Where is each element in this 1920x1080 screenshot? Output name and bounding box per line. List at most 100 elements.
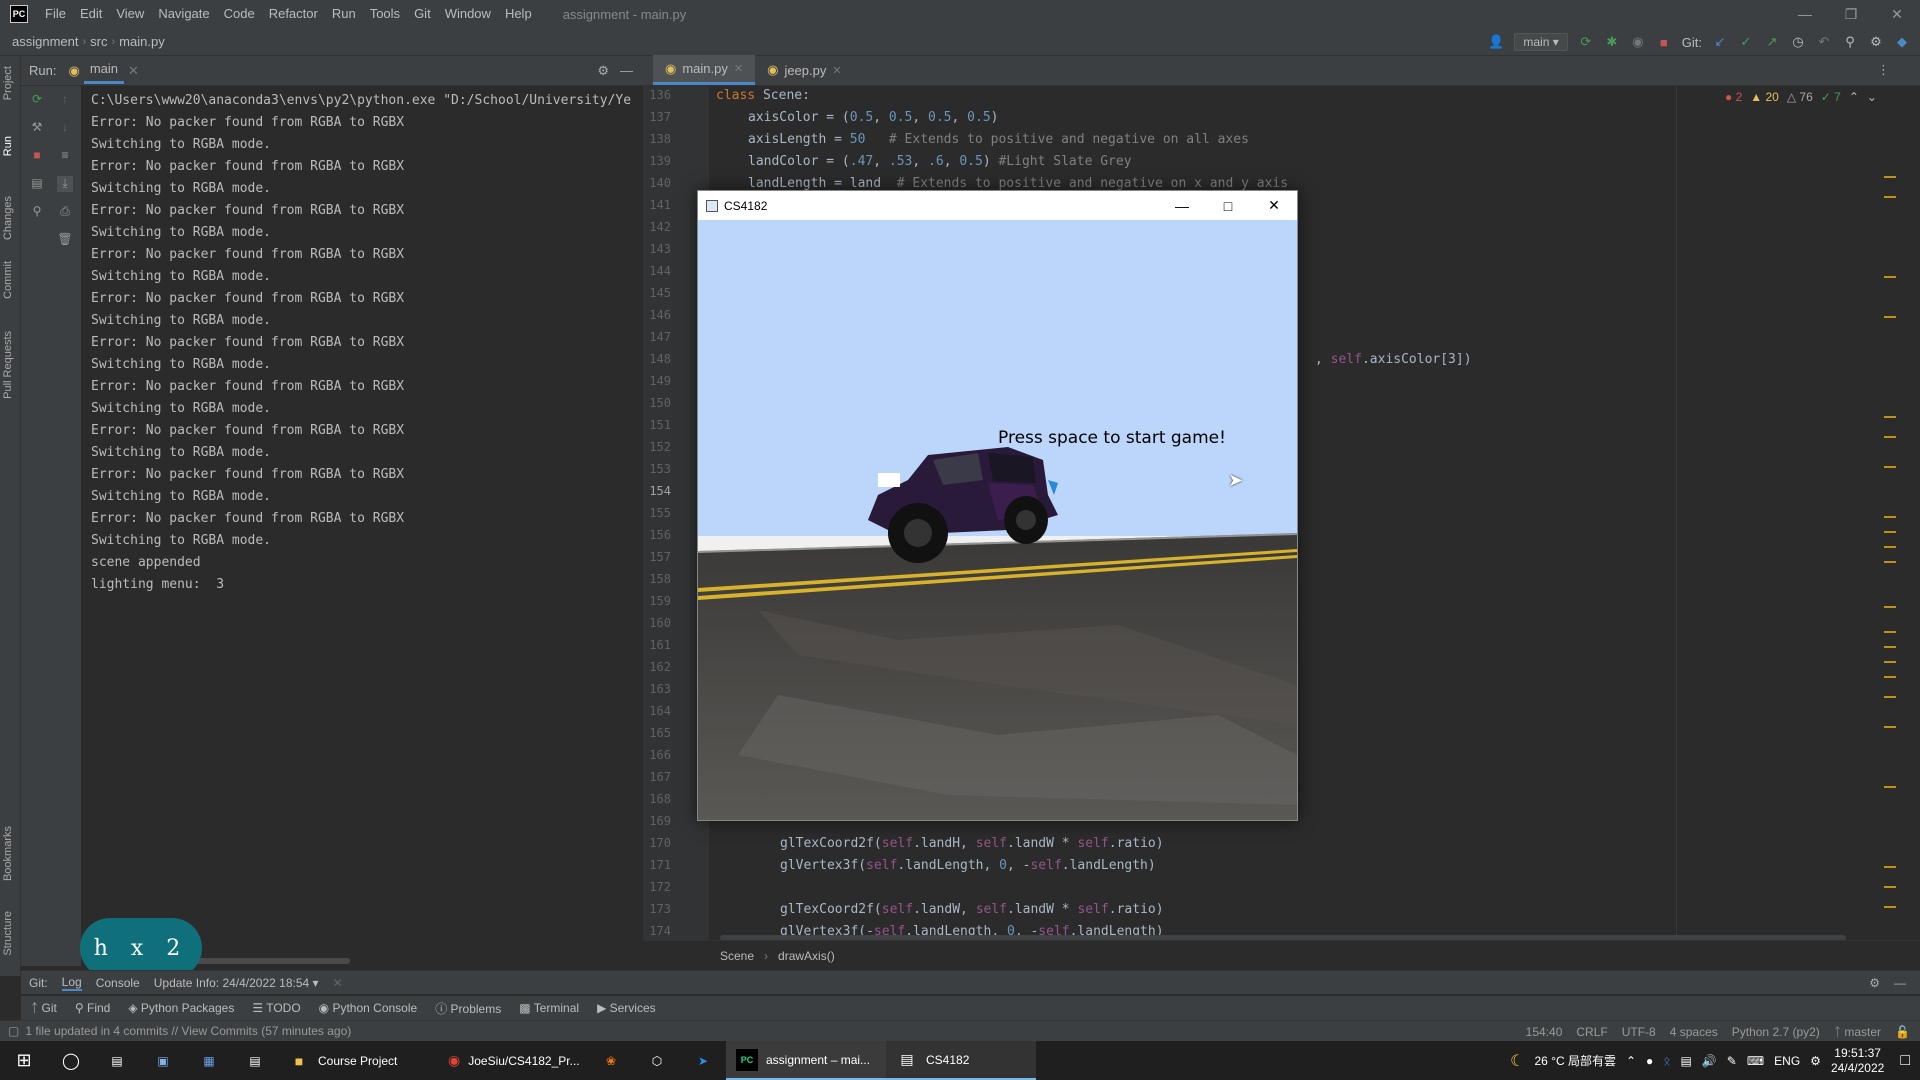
- layout-icon[interactable]: ▤: [29, 176, 45, 192]
- status-layout-icon[interactable]: ▢: [8, 1024, 19, 1038]
- wrench-icon[interactable]: ⚒: [29, 120, 45, 136]
- settings-icon[interactable]: ⚙: [1810, 1054, 1821, 1068]
- lock-icon[interactable]: 🔓: [1895, 1025, 1910, 1039]
- close-icon[interactable]: ✕: [1874, 0, 1920, 28]
- close-icon[interactable]: ✕: [1251, 191, 1297, 220]
- menu-help[interactable]: Help: [498, 0, 539, 28]
- console-scrollbar[interactable]: [190, 958, 350, 964]
- windows-start-icon[interactable]: ⊞: [0, 1041, 48, 1080]
- bluetooth-icon[interactable]: ᛟ: [1663, 1054, 1670, 1068]
- tab-main-py[interactable]: ◉ main.py ✕: [653, 55, 756, 85]
- game-canvas[interactable]: Press space to start game! ➤: [698, 220, 1297, 820]
- weather-moon-icon[interactable]: ☾: [1510, 1051, 1524, 1071]
- tool-tab-git[interactable]: ᛏ Git: [31, 1001, 57, 1015]
- maximize-icon[interactable]: □: [1205, 191, 1251, 220]
- breadcrumb-class[interactable]: Scene: [720, 949, 754, 963]
- rerun-icon[interactable]: ⟳: [1578, 34, 1594, 50]
- vscode-icon[interactable]: ➤: [680, 1041, 726, 1080]
- structure-tool-button[interactable]: Structure: [2, 911, 14, 956]
- breadcrumb-file[interactable]: main.py: [115, 34, 169, 49]
- history-icon[interactable]: ◷: [1790, 34, 1806, 50]
- notepad-icon[interactable]: ▤: [232, 1041, 278, 1080]
- caret-position[interactable]: 154:40: [1526, 1025, 1563, 1039]
- menu-file[interactable]: File: [38, 0, 73, 28]
- commit-tool-button[interactable]: Commit: [2, 261, 14, 299]
- breadcrumb-src[interactable]: src: [86, 34, 111, 49]
- print-icon[interactable]: ⎙: [57, 204, 73, 220]
- menu-refactor[interactable]: Refactor: [262, 0, 325, 28]
- git-commit-icon[interactable]: ✓: [1738, 34, 1754, 50]
- pen-icon[interactable]: ✎: [1727, 1054, 1737, 1068]
- coverage-icon[interactable]: ◉: [1630, 34, 1646, 50]
- menu-view[interactable]: View: [109, 0, 151, 28]
- menu-tools[interactable]: Tools: [363, 0, 407, 28]
- tool-tab-problems[interactable]: ⓘ Problems: [435, 1000, 501, 1017]
- notification-icon[interactable]: □: [1900, 1052, 1910, 1070]
- menu-git[interactable]: Git: [407, 0, 438, 28]
- git-branch[interactable]: ᛏ master: [1834, 1025, 1881, 1039]
- pull-requests-tool-button[interactable]: Pull Requests: [2, 331, 14, 399]
- calculator-icon[interactable]: ▦: [186, 1041, 232, 1080]
- tab-log[interactable]: Log: [61, 975, 82, 991]
- weather-text[interactable]: 26 °C 局部有雲: [1534, 1052, 1615, 1069]
- menu-run[interactable]: Run: [325, 0, 363, 28]
- chevron-up-icon[interactable]: ⌃: [1849, 90, 1859, 104]
- tab-jeep-py[interactable]: ◉ jeep.py ✕: [755, 55, 853, 85]
- menu-window[interactable]: Window: [438, 0, 498, 28]
- tool-tab-find[interactable]: ⚲ Find: [75, 1001, 110, 1015]
- soft-wrap-icon[interactable]: ≡: [57, 148, 73, 164]
- minimize-icon[interactable]: —: [1159, 191, 1205, 220]
- clock[interactable]: 19:51:37 24/4/2022: [1831, 1046, 1884, 1076]
- minimize-icon[interactable]: —: [1782, 0, 1828, 28]
- keyboard-icon[interactable]: ⌨: [1747, 1054, 1764, 1068]
- tool-tab-python-packages[interactable]: ◈ Python Packages: [128, 1001, 234, 1015]
- chevron-down-icon[interactable]: ⌄: [1867, 90, 1877, 104]
- down-arrow-icon[interactable]: ↓: [57, 120, 73, 136]
- game-window-titlebar[interactable]: CS4182 — □ ✕: [698, 191, 1297, 220]
- breadcrumb-project[interactable]: assignment: [8, 34, 82, 49]
- status-message[interactable]: 1 file updated in 4 commits // View Comm…: [25, 1024, 351, 1038]
- run-console-output[interactable]: C:\Users\www20\anaconda3\envs\py2\python…: [81, 86, 643, 966]
- taskbar-item-chrome[interactable]: ◉ JoeSiu/CS4182_Pr...: [438, 1041, 588, 1080]
- close-tab-icon[interactable]: ✕: [333, 976, 343, 990]
- git-push-icon[interactable]: ↗: [1764, 34, 1780, 50]
- rerun-icon[interactable]: ⟳: [29, 92, 45, 108]
- restore-icon[interactable]: ❐: [1828, 0, 1874, 28]
- tab-update-info[interactable]: Update Info: 24/4/2022 18:54 ▾: [154, 976, 319, 990]
- editor-scroll-markers[interactable]: [1884, 86, 1896, 940]
- close-tab-icon[interactable]: ✕: [832, 64, 841, 77]
- photos-icon[interactable]: ▣: [140, 1041, 186, 1080]
- taskbar-item-course-project[interactable]: ■ Course Project: [278, 1041, 438, 1080]
- hide-panel-icon[interactable]: —: [1894, 976, 1906, 990]
- menu-code[interactable]: Code: [217, 0, 262, 28]
- network-icon[interactable]: ▤: [1680, 1054, 1691, 1068]
- menu-edit[interactable]: Edit: [73, 0, 109, 28]
- tool-tab-terminal[interactable]: ▩ Terminal: [519, 1001, 579, 1015]
- volume-icon[interactable]: 🔊: [1702, 1054, 1717, 1068]
- search-icon[interactable]: ◯: [48, 1041, 94, 1080]
- breadcrumb-method[interactable]: drawAxis(): [778, 949, 835, 963]
- more-icon[interactable]: ⋮: [1877, 62, 1890, 78]
- search-icon[interactable]: ⚲: [1842, 34, 1858, 50]
- rollback-icon[interactable]: ↶: [1816, 34, 1832, 50]
- run-tool-button[interactable]: Run: [2, 136, 14, 156]
- microphone-icon[interactable]: ●: [1646, 1054, 1653, 1068]
- language-indicator[interactable]: ENG: [1774, 1054, 1800, 1068]
- debug-icon[interactable]: ✱: [1604, 34, 1620, 50]
- tool-tab-todo[interactable]: ☰ TODO: [252, 1001, 300, 1015]
- project-tool-button[interactable]: Project: [2, 66, 14, 100]
- git-update-icon[interactable]: ↙: [1712, 34, 1728, 50]
- indent-setting[interactable]: 4 spaces: [1670, 1025, 1718, 1039]
- file-encoding[interactable]: UTF-8: [1622, 1025, 1656, 1039]
- line-separator[interactable]: CRLF: [1576, 1025, 1607, 1039]
- unity-icon[interactable]: ⬡: [634, 1041, 680, 1080]
- stop-icon[interactable]: ■: [29, 148, 45, 164]
- tool-tab-python-console[interactable]: ◉ Python Console: [319, 1001, 418, 1015]
- tool-tab-services[interactable]: ▶ Services: [597, 1001, 656, 1015]
- up-arrow-icon[interactable]: ↑: [57, 92, 73, 108]
- gear-icon[interactable]: ⚙: [1868, 34, 1884, 50]
- close-tab-icon[interactable]: ✕: [734, 62, 743, 75]
- gear-icon[interactable]: ⚙: [1869, 976, 1880, 990]
- stop-icon[interactable]: ■: [1656, 34, 1672, 50]
- inspection-widget[interactable]: ● 2 ▲ 20 △ 76 ✓ 7 ⌃ ⌄: [1725, 90, 1877, 104]
